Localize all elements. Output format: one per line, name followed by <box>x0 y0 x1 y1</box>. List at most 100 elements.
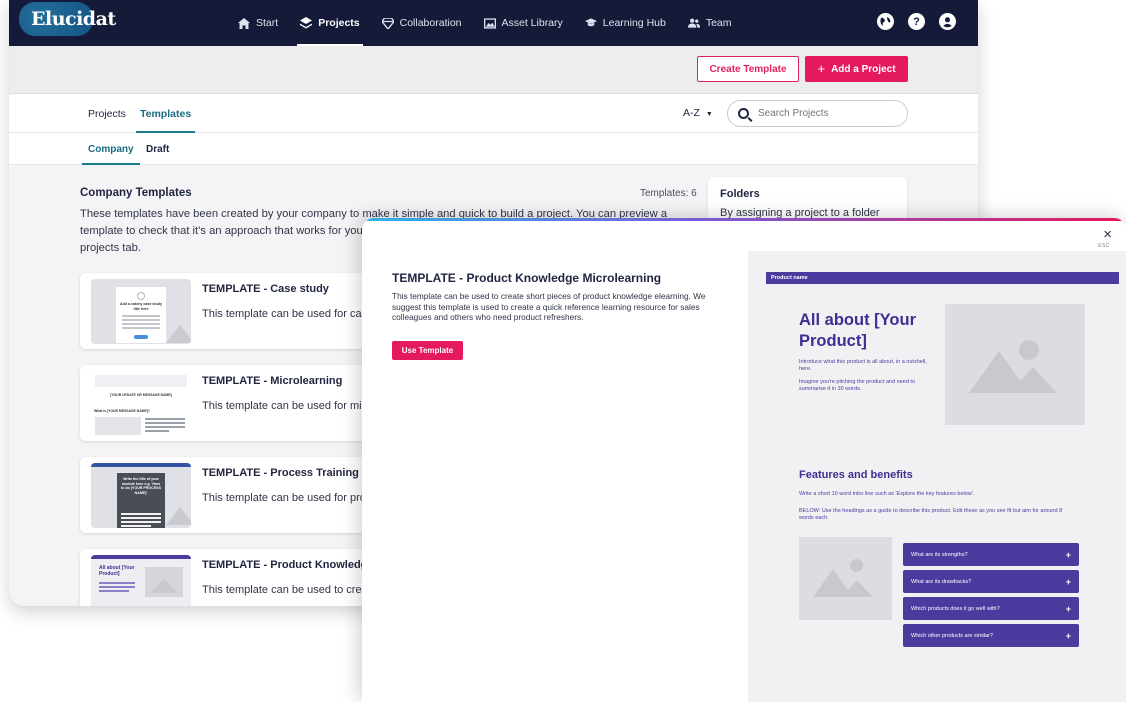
accordion-label: What are its strengths? <box>911 551 968 558</box>
modal-description: This template can be used to create shor… <box>392 291 706 322</box>
top-right-icons: ? <box>877 13 956 30</box>
template-card[interactable]: [YOUR UPDATE OR MESSAGE NAME] What is [Y… <box>80 365 416 441</box>
template-card[interactable]: Write the title of your module here e.g.… <box>80 457 428 533</box>
graduation-cap-icon <box>584 17 597 29</box>
plus-icon: + <box>1065 576 1071 587</box>
thumb-line <box>99 582 135 584</box>
plus-icon: + <box>1065 549 1071 560</box>
use-template-button[interactable]: Use Template <box>392 341 463 360</box>
thumb-title: All about [Your Product] <box>99 565 135 577</box>
search-box <box>727 100 908 127</box>
accordion-item[interactable]: What are its drawbacks? + <box>903 570 1079 593</box>
preview-features-note: BELOW: Use the headings as a guide to de… <box>799 508 1063 521</box>
mountain-icon <box>166 507 191 525</box>
thumb-line <box>145 422 185 424</box>
mountain-icon <box>1009 367 1057 393</box>
thumb-line <box>121 525 151 527</box>
template-thumbnail: All about [Your Product] <box>91 555 191 606</box>
tab-projects[interactable]: Projects <box>88 94 126 133</box>
template-preview[interactable]: Product name All about [Your Product] In… <box>748 251 1126 702</box>
thumb-line <box>122 327 160 329</box>
logo[interactable]: Elucidat <box>25 6 122 34</box>
close-icon[interactable]: × <box>1103 227 1112 242</box>
image-icon <box>483 17 496 29</box>
nav-team[interactable]: Team <box>677 0 743 46</box>
tab-draft[interactable]: Draft <box>146 133 169 165</box>
globe-icon[interactable] <box>877 13 894 30</box>
nav-collaboration-label: Collaboration <box>399 17 462 29</box>
sort-dropdown[interactable]: A-Z ▼ <box>683 107 713 119</box>
template-preview-modal: × ESC TEMPLATE - Product Knowledge Micro… <box>362 218 1126 702</box>
accordion-item[interactable]: Which other products are similar? + <box>903 624 1079 647</box>
accordion-label: What are its drawbacks? <box>911 578 972 585</box>
modal-title: TEMPLATE - Product Knowledge Microlearni… <box>392 271 662 285</box>
accordion-label: Which products does it go well with? <box>911 605 1000 612</box>
primary-tabs: Projects Templates A-Z ▼ <box>9 94 978 133</box>
nav-start[interactable]: Start <box>227 0 289 46</box>
mountain-icon <box>841 580 873 597</box>
esc-hint: ESC <box>1098 243 1110 249</box>
top-navigation-bar: Elucidat Start Projects Collaboration As… <box>9 0 978 46</box>
thumb-image <box>95 417 141 435</box>
tab-templates[interactable]: Templates <box>135 94 196 133</box>
folders-title: Folders <box>720 188 760 200</box>
thumb-line <box>122 315 160 317</box>
accordion-item[interactable]: What are its strengths? + <box>903 543 1079 566</box>
nav-learning-hub[interactable]: Learning Hub <box>574 0 677 46</box>
thumb-line <box>145 430 169 432</box>
add-project-button[interactable]: + Add a Project <box>805 56 908 82</box>
thumb-line <box>122 323 160 325</box>
user-icon[interactable] <box>939 13 956 30</box>
card-title: TEMPLATE - Microlearning <box>202 375 343 387</box>
thumb-circle <box>137 292 145 300</box>
users-icon <box>687 17 700 29</box>
layers-icon <box>300 17 313 29</box>
nav-asset-library[interactable]: Asset Library <box>473 0 574 46</box>
thumbnail-header <box>91 555 191 559</box>
modal-accent-bar <box>362 218 1126 221</box>
preview-product-bar: Product name <box>766 272 1119 284</box>
template-thumbnail: [YOUR UPDATE OR MESSAGE NAME] What is [Y… <box>91 371 191 436</box>
accordion-item[interactable]: Which products does it go well with? + <box>903 597 1079 620</box>
thumb-line <box>99 590 129 592</box>
plus-icon: + <box>817 61 826 76</box>
action-bar: Create Template + Add a Project <box>9 46 978 94</box>
preview-hero-image <box>945 304 1085 425</box>
tab-company[interactable]: Company <box>82 133 140 165</box>
thumb-title: Add a catchy case study title here <box>120 302 162 311</box>
section-title: Company Templates <box>80 187 192 199</box>
nav-projects[interactable]: Projects <box>289 0 370 46</box>
accordion-label: Which other products are similar? <box>911 632 993 639</box>
nav-start-label: Start <box>256 17 279 29</box>
secondary-tabs: Company Draft <box>9 133 978 165</box>
nav-team-label: Team <box>705 17 732 29</box>
thumbnail-panel: Write the title of your module here e.g.… <box>117 473 165 528</box>
preview-intro-1: Introduce what this product is all about… <box>799 359 927 372</box>
card-title: TEMPLATE - Case study <box>202 283 329 295</box>
template-thumbnail: Write the title of your module here e.g.… <box>91 463 191 528</box>
mountain-icon <box>150 579 178 593</box>
preview-intro-2: Imagine you're pitching the product and … <box>799 379 916 392</box>
plus-icon: + <box>1065 603 1071 614</box>
stage: Elucidat Start Projects Collaboration As… <box>0 0 1126 702</box>
template-card[interactable]: All about [Your Product] TEMPLATE - Prod… <box>80 549 449 606</box>
mountain-icon <box>166 325 191 343</box>
thumb-line <box>121 517 161 519</box>
thumb-heading: [YOUR UPDATE OR MESSAGE NAME] <box>110 393 172 397</box>
create-template-button[interactable]: Create Template <box>697 56 799 82</box>
home-icon <box>238 17 250 29</box>
thumb-line <box>99 586 135 588</box>
thumb-title: Write the title of your module here e.g.… <box>121 477 161 495</box>
thumb-text-block <box>145 418 185 432</box>
preview-features-title: Features and benefits <box>799 469 913 481</box>
template-card[interactable]: Add a catchy case study title here TEMPL… <box>80 273 411 349</box>
template-thumbnail: Add a catchy case study title here <box>91 279 191 344</box>
search-input[interactable] <box>758 108 888 119</box>
search-icon <box>738 108 749 119</box>
thumbnail-page: Add a catchy case study title here <box>116 287 166 343</box>
thumb-line <box>145 426 185 428</box>
card-title: TEMPLATE - Process Training <box>202 467 359 479</box>
thumbnail-header <box>91 463 191 467</box>
help-icon[interactable]: ? <box>908 13 925 30</box>
nav-collaboration[interactable]: Collaboration <box>371 0 473 46</box>
